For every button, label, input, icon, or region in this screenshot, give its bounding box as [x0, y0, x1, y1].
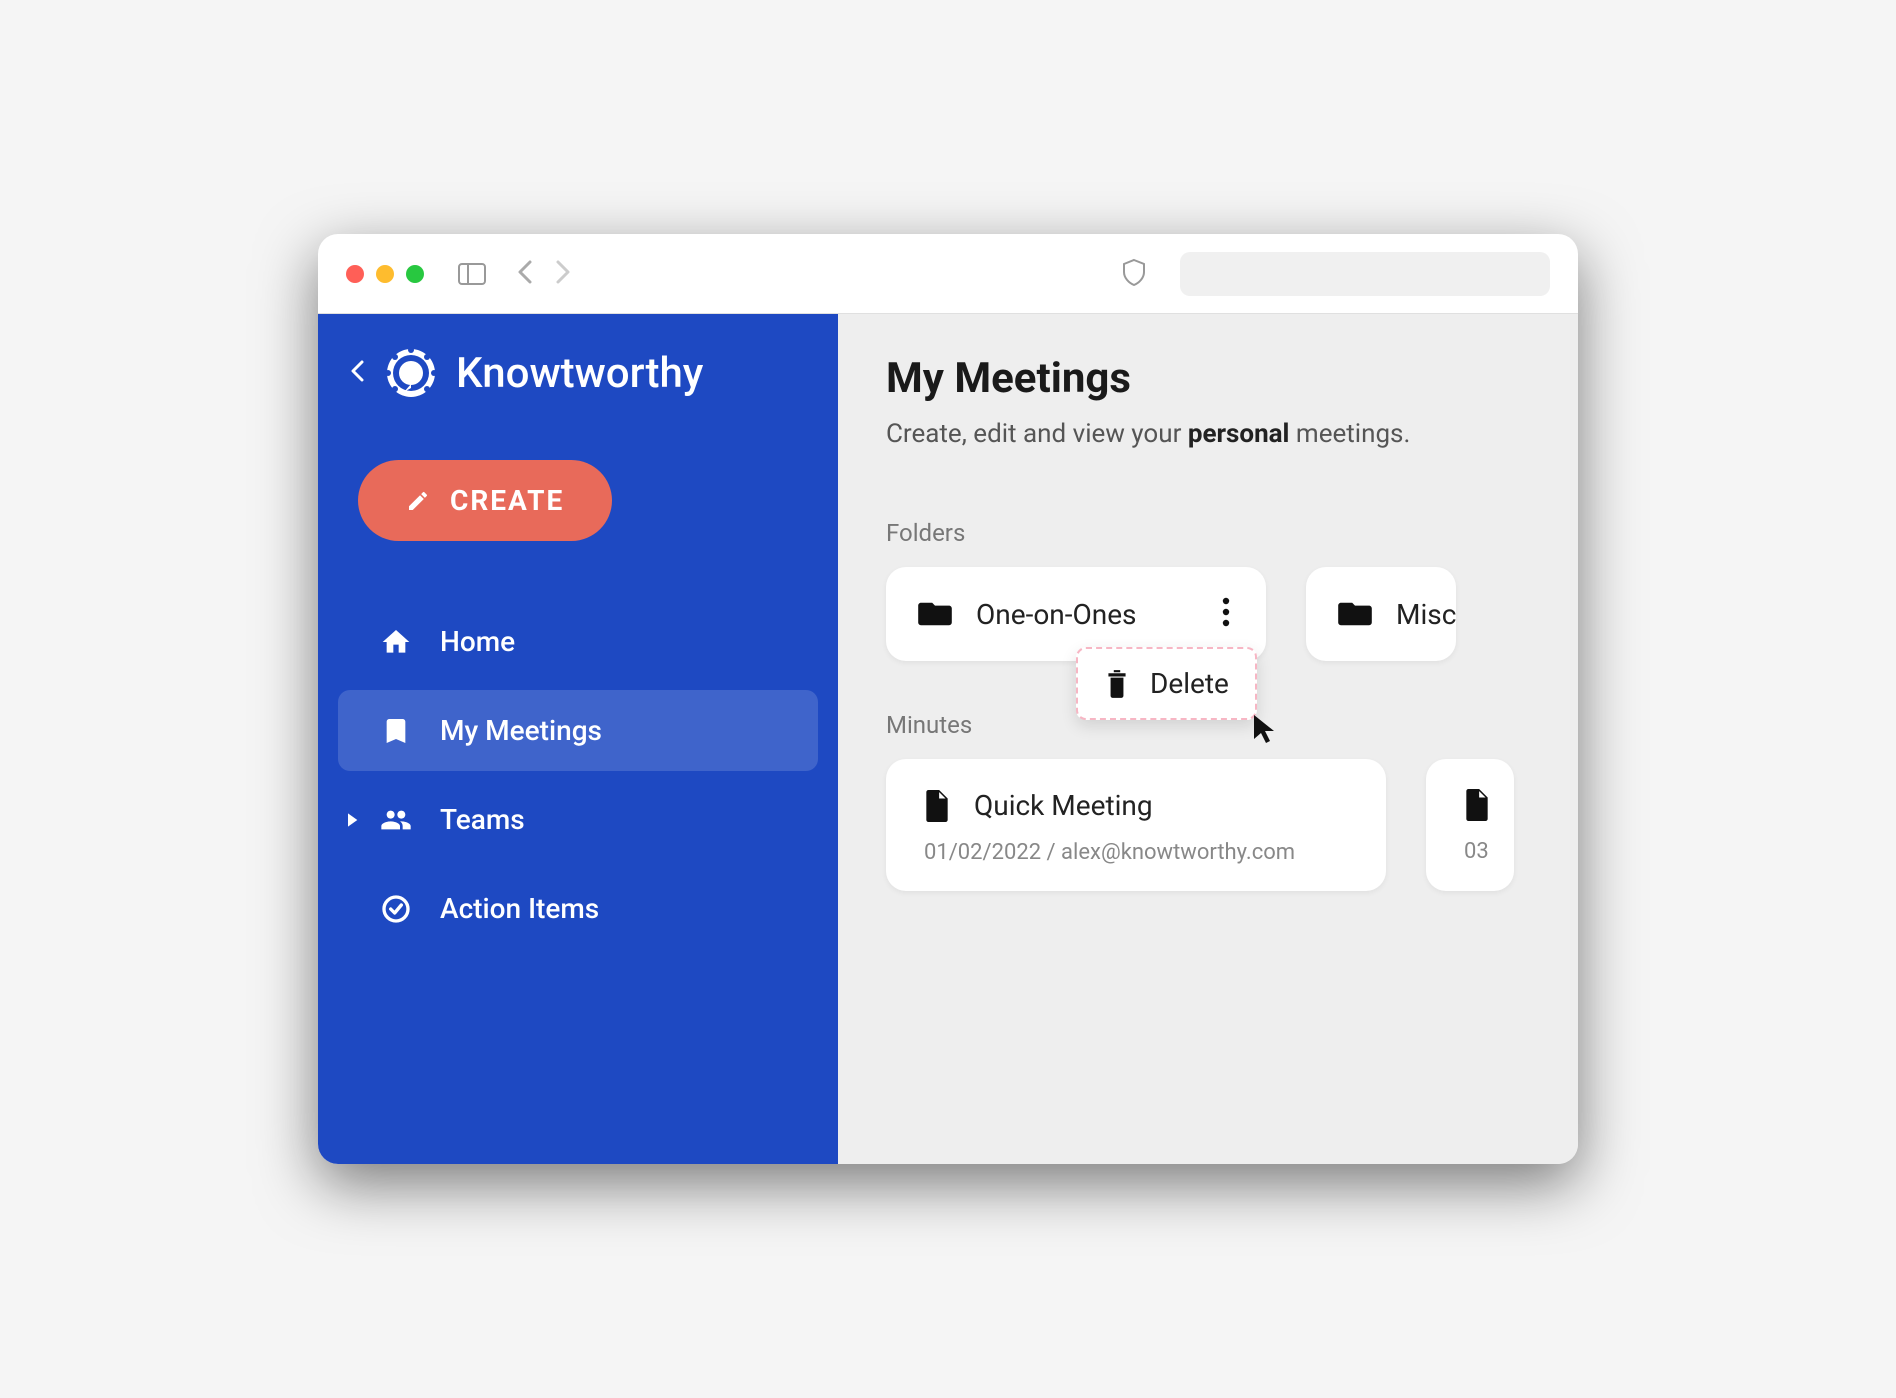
home-icon — [380, 626, 412, 658]
maximize-window-button[interactable] — [406, 265, 424, 283]
nav-label-home: Home — [440, 625, 515, 658]
nav-list: Home My Meetings Teams — [338, 601, 818, 949]
nav-item-teams[interactable]: Teams — [338, 779, 818, 860]
nav-label-action-items: Action Items — [440, 892, 599, 925]
brand-logo-icon — [384, 346, 438, 400]
nav-label-teams: Teams — [440, 803, 525, 836]
cursor-icon — [1252, 713, 1280, 745]
browser-window: Knowtworthy CREATE Home — [318, 234, 1578, 1164]
close-window-button[interactable] — [346, 265, 364, 283]
create-button[interactable]: CREATE — [358, 460, 612, 541]
folder-label: One-on-Ones — [976, 598, 1194, 631]
app-body: Knowtworthy CREATE Home — [318, 314, 1578, 1164]
nav-item-action-items[interactable]: Action Items — [338, 868, 818, 949]
minute-card-quick-meeting[interactable]: Quick Meeting 01/02/2022 / alex@knowtwor… — [886, 759, 1386, 891]
people-icon — [380, 804, 412, 836]
shield-icon[interactable] — [1122, 258, 1146, 290]
brand-row: Knowtworthy — [338, 346, 818, 440]
bookmark-icon — [380, 715, 412, 747]
folder-label: Misc — [1396, 598, 1456, 631]
subtitle-suffix: meetings. — [1289, 419, 1410, 449]
titlebar — [318, 234, 1578, 314]
minute-card-partial[interactable]: 03 — [1426, 759, 1514, 891]
nav-arrows — [512, 254, 576, 294]
subtitle-prefix: Create, edit and view your — [886, 419, 1188, 449]
folder-context-menu: Delete — [1076, 647, 1257, 720]
nav-item-my-meetings[interactable]: My Meetings — [338, 690, 818, 771]
brand-name: Knowtworthy — [456, 349, 703, 398]
caret-right-icon — [344, 812, 360, 828]
document-icon — [924, 790, 950, 822]
page-title: My Meetings — [886, 354, 1538, 403]
delete-menu-item[interactable]: Delete — [1150, 667, 1229, 700]
trash-icon — [1104, 669, 1130, 699]
minimize-window-button[interactable] — [376, 265, 394, 283]
page-subtitle: Create, edit and view your personal meet… — [886, 419, 1538, 449]
pencil-icon — [406, 489, 430, 513]
subtitle-bold: personal — [1188, 419, 1290, 449]
back-button[interactable] — [512, 254, 540, 294]
nav-label-my-meetings: My Meetings — [440, 714, 602, 747]
minutes-row: Quick Meeting 01/02/2022 / alex@knowtwor… — [886, 759, 1538, 891]
nav-item-home[interactable]: Home — [338, 601, 818, 682]
folder-row: One-on-Ones Delete — [886, 567, 1538, 661]
forward-button[interactable] — [548, 254, 576, 294]
folder-icon — [1338, 600, 1372, 628]
minute-meta: 01/02/2022 / alex@knowtworthy.com — [924, 840, 1348, 865]
folder-icon — [918, 600, 952, 628]
kebab-icon — [1222, 597, 1230, 627]
main-content: My Meetings Create, edit and view your p… — [838, 314, 1578, 1164]
window-controls — [346, 265, 424, 283]
create-button-label: CREATE — [450, 484, 564, 517]
folder-card-misc[interactable]: Misc — [1306, 567, 1456, 661]
minute-title: Quick Meeting — [974, 789, 1153, 822]
check-circle-icon — [380, 893, 412, 925]
sidebar: Knowtworthy CREATE Home — [318, 314, 838, 1164]
document-icon — [1464, 789, 1490, 821]
sidebar-toggle-icon[interactable] — [458, 263, 486, 285]
folder-card-one-on-ones[interactable]: One-on-Ones Delete — [886, 567, 1266, 661]
minute-meta: 03 — [1464, 839, 1514, 864]
sidebar-back-button[interactable] — [350, 359, 366, 387]
folders-section-label: Folders — [886, 519, 1538, 547]
folder-kebab-button[interactable] — [1218, 593, 1234, 635]
url-bar[interactable] — [1180, 252, 1550, 296]
